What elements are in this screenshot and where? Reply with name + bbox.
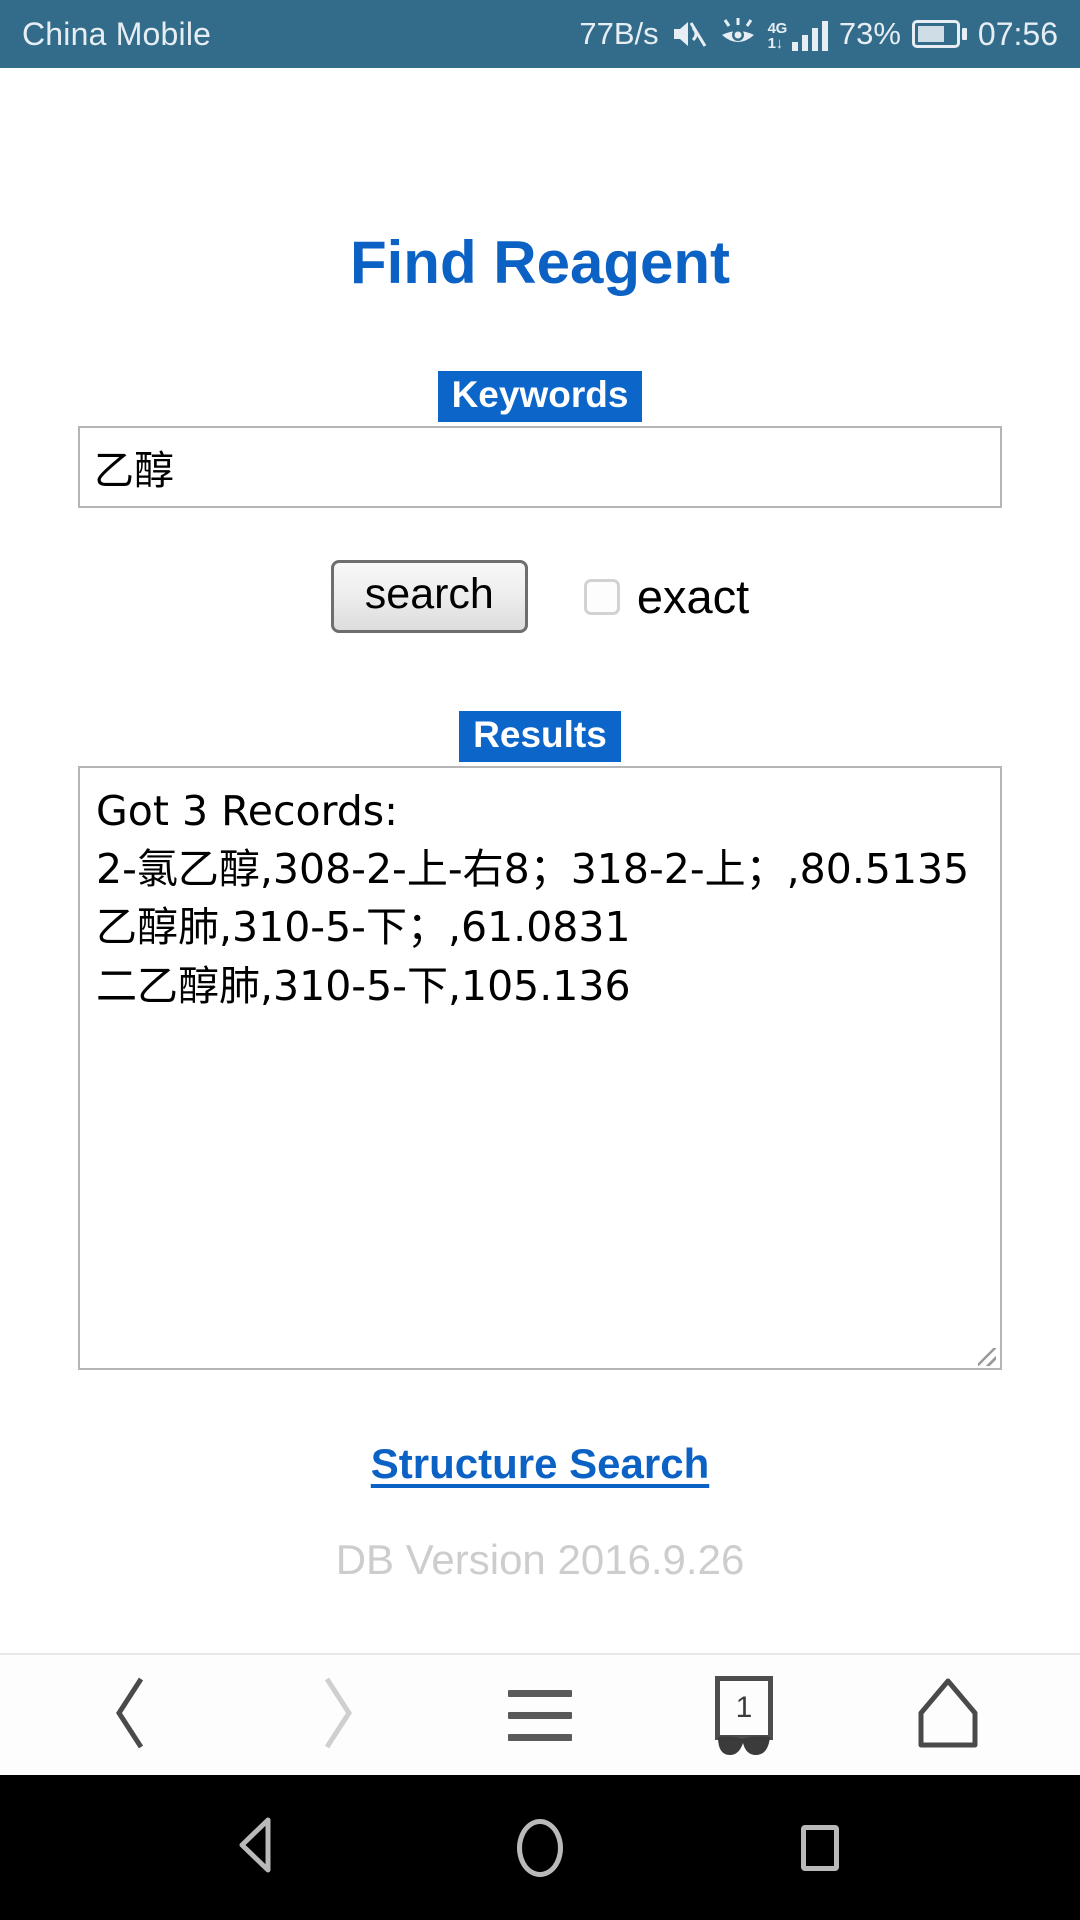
signal-icon: 4G 1↓ — [768, 17, 828, 51]
keywords-label-row: Keywords — [0, 371, 1080, 422]
tabs-incognito-icon: 1 — [712, 1676, 776, 1755]
structure-search-link[interactable]: Structure Search — [371, 1440, 709, 1487]
browser-back-button[interactable] — [72, 1655, 192, 1775]
chevron-left-icon — [109, 1675, 155, 1756]
hamburger-menu-icon — [508, 1689, 572, 1741]
exact-checkbox[interactable] — [583, 578, 620, 615]
search-controls-row: search exact — [0, 560, 1080, 633]
results-label: Results — [459, 711, 621, 762]
android-recents-button[interactable] — [765, 1775, 875, 1920]
battery-icon — [911, 20, 967, 48]
circle-home-icon — [517, 1818, 563, 1877]
triangle-back-icon — [234, 1816, 286, 1879]
browser-toolbar: 1 — [0, 1653, 1080, 1775]
clock-label: 07:56 — [977, 15, 1058, 52]
browser-tabs-button[interactable]: 1 — [684, 1655, 804, 1775]
db-version-label: DB Version 2016.9.26 — [335, 1536, 745, 1583]
status-bar: China Mobile 77B/s 4G 1↓ 73% 07:56 — [0, 0, 1080, 68]
web-page-content: Find Reagent Keywords search exact Resul… — [0, 68, 1080, 1653]
results-label-row: Results — [0, 711, 1080, 762]
android-home-button[interactable] — [485, 1775, 595, 1920]
search-input[interactable] — [78, 426, 1002, 508]
square-recents-icon — [801, 1824, 839, 1871]
results-textarea[interactable]: Got 3 Records: 2-氯乙醇,308-2-上-右8；318-2-上；… — [78, 766, 1002, 1370]
eye-comfort-icon — [719, 17, 757, 51]
incognito-mask-icon — [718, 1736, 770, 1755]
exact-checkbox-group[interactable]: exact — [583, 570, 750, 623]
search-button[interactable]: search — [330, 560, 528, 633]
keyword-field-wrap — [78, 422, 1002, 508]
structure-search-link-row: Structure Search — [0, 1440, 1080, 1488]
network-type-bottom: 1↓ — [767, 35, 783, 52]
carrier-label: China Mobile — [22, 15, 212, 52]
browser-home-button[interactable] — [888, 1655, 1008, 1775]
keywords-label: Keywords — [437, 371, 643, 422]
network-speed-label: 77B/s — [579, 16, 659, 51]
network-type-top: 4G — [767, 20, 788, 37]
textarea-resize-handle[interactable] — [978, 1348, 996, 1366]
status-indicators: 77B/s 4G 1↓ 73% 07:56 — [579, 16, 1058, 53]
results-area: Got 3 Records: 2-氯乙醇,308-2-上-右8；318-2-上；… — [78, 762, 1002, 1370]
chevron-right-icon — [313, 1675, 359, 1756]
mute-icon — [670, 17, 708, 51]
signal-bars — [791, 21, 828, 51]
battery-percent-label: 73% — [838, 16, 901, 51]
android-back-button[interactable] — [205, 1775, 315, 1920]
android-navigation-bar — [0, 1775, 1080, 1920]
browser-forward-button[interactable] — [276, 1655, 396, 1775]
browser-menu-button[interactable] — [480, 1655, 600, 1775]
exact-checkbox-label: exact — [636, 570, 750, 623]
home-icon — [913, 1675, 983, 1756]
tab-count-label: 1 — [735, 1691, 753, 1724]
page-title: Find Reagent — [349, 229, 730, 296]
